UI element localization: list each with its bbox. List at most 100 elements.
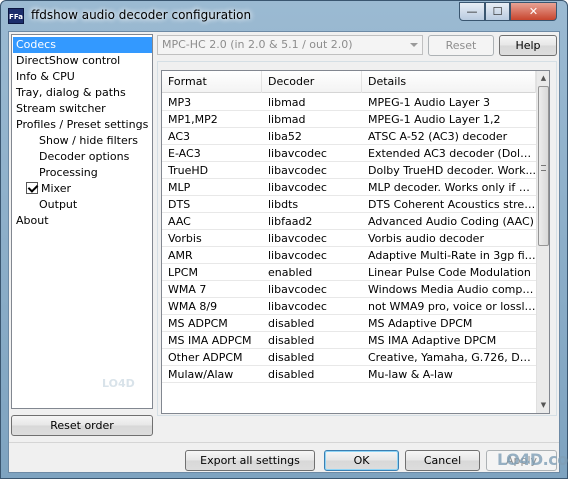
- settings-tree[interactable]: Codecs DirectShow control Info & CPU Tray, …: [11, 34, 153, 409]
- sidebar-item-output[interactable]: Output: [36, 197, 80, 213]
- ok-button[interactable]: OK: [324, 450, 399, 471]
- sidebar-item-tray-dialog-paths[interactable]: Tray, dialog & paths: [13, 85, 129, 101]
- decoder-cell[interactable]: libdts: [262, 196, 362, 213]
- table-row[interactable]: LPCM enabled Linear Pulse Code Modulation: [162, 264, 536, 281]
- column-header-decoder[interactable]: Decoder: [262, 71, 362, 93]
- format-cell: MS IMA ADPCM: [168, 334, 252, 347]
- format-cell: WMA 7: [168, 283, 207, 296]
- decoder-cell[interactable]: liba52: [262, 128, 362, 145]
- decoder-cell[interactable]: libavcodec: [262, 230, 362, 247]
- decoder-cell[interactable]: libavcodec: [262, 247, 362, 264]
- format-cell: Mulaw/Alaw: [168, 368, 234, 381]
- decoder-cell[interactable]: libavcodec: [262, 281, 362, 298]
- sidebar-item-profiles-preset-settings[interactable]: Profiles / Preset settings: [13, 117, 151, 133]
- sidebar-item-label: Decoder options: [39, 150, 130, 163]
- sidebar-item-about[interactable]: About: [13, 213, 52, 229]
- codecs-list[interactable]: Format Decoder Details MP3 libmad MPEG-1 A…: [161, 70, 550, 414]
- decoder-cell[interactable]: libavcodec: [262, 179, 362, 196]
- sidebar-item-show-hide-filters[interactable]: Show / hide filters: [36, 133, 141, 149]
- details-cell: Vorbis audio decoder: [368, 232, 484, 245]
- decoder-cell[interactable]: disabled: [262, 349, 362, 366]
- format-cell: AC3: [168, 130, 191, 143]
- table-row[interactable]: AAC libfaad2 Advanced Audio Coding (AAC): [162, 213, 536, 230]
- table-row[interactable]: MS IMA ADPCM disabled MS IMA Adaptive DPCM: [162, 332, 536, 349]
- format-cell: MS ADPCM: [168, 317, 228, 330]
- table-row[interactable]: AMR libavcodec Adaptive Multi-Rate in 3gp …: [162, 247, 536, 264]
- sidebar-item-stream-switcher[interactable]: Stream switcher: [13, 101, 109, 117]
- format-cell: WMA 8/9: [168, 300, 218, 313]
- table-row[interactable]: MP1,MP2 libmad MPEG-1 Audio Layer 1,2: [162, 111, 536, 128]
- format-cell: LPCM: [168, 266, 198, 279]
- maximize-button[interactable]: ☐: [485, 2, 510, 21]
- column-header-format[interactable]: Format: [162, 71, 262, 93]
- title-bar[interactable]: FFa ffdshow audio decoder configuration …: [1, 1, 567, 31]
- format-cell: MP1,MP2: [168, 113, 218, 126]
- ffdshow-app-icon: FFa: [8, 8, 24, 24]
- column-header-details[interactable]: Details: [362, 71, 536, 93]
- help-button[interactable]: Help: [499, 35, 557, 56]
- sidebar-item-label: Mixer: [41, 182, 72, 195]
- format-cell: AMR: [168, 249, 193, 262]
- minimize-button[interactable]: —: [459, 2, 485, 21]
- details-cell: not WMA9 pro, voice or lossless: [368, 300, 536, 313]
- table-row[interactable]: E-AC3 libavcodec Extended AC3 decoder (Dol…: [162, 145, 536, 162]
- table-row[interactable]: WMA 7 libavcodec Windows Media Audio compa…: [162, 281, 536, 298]
- table-row[interactable]: Mulaw/Alaw disabled Mu-law & A-law: [162, 366, 536, 383]
- grip-icon: [541, 165, 546, 171]
- decoder-cell[interactable]: libavcodec: [262, 298, 362, 315]
- table-row[interactable]: AC3 liba52 ATSC A-52 (AC3) decoder: [162, 128, 536, 145]
- sidebar-item-label: Info & CPU: [16, 70, 75, 83]
- sidebar-item-processing[interactable]: Processing: [36, 165, 101, 181]
- preset-dropdown: MPC-HC 2.0 (in 2.0 & 5.1 / out 2.0): [157, 35, 423, 55]
- reset-order-button[interactable]: Reset order: [11, 415, 153, 436]
- sidebar-item-label: Output: [39, 198, 78, 211]
- format-cell: E-AC3: [168, 147, 201, 160]
- format-cell: Other ADPCM: [168, 351, 243, 364]
- decoder-cell[interactable]: libavcodec: [262, 145, 362, 162]
- decoder-cell[interactable]: libfaad2: [262, 213, 362, 230]
- table-row[interactable]: Vorbis libavcodec Vorbis audio decoder: [162, 230, 536, 247]
- close-button[interactable]: ✕: [510, 2, 557, 21]
- cancel-button[interactable]: Cancel: [405, 450, 480, 471]
- details-cell: ATSC A-52 (AC3) decoder: [368, 130, 508, 143]
- background-watermark: LO4D: [102, 377, 135, 390]
- sidebar-item-decoder-options[interactable]: Decoder options: [36, 149, 132, 165]
- reset-preset-button: Reset: [428, 35, 494, 56]
- format-cell: AAC: [168, 215, 191, 228]
- preset-dropdown-value: MPC-HC 2.0 (in 2.0 & 5.1 / out 2.0): [162, 38, 353, 51]
- lo4d-watermark: LO4D.com: [497, 450, 568, 469]
- vertical-scrollbar[interactable]: ▲ ▼: [536, 71, 549, 413]
- decoder-cell[interactable]: enabled: [262, 264, 362, 281]
- details-cell: Extended AC3 decoder (Dolb...: [368, 147, 536, 160]
- scroll-up-arrow-icon[interactable]: ▲: [537, 72, 549, 85]
- sidebar-item-info-cpu[interactable]: Info & CPU: [13, 69, 78, 85]
- decoder-cell[interactable]: disabled: [262, 332, 362, 349]
- format-cell: Vorbis: [168, 232, 202, 245]
- codecs-panel: Format Decoder Details MP3 libmad MPEG-1 A…: [157, 61, 557, 416]
- table-row[interactable]: WMA 8/9 libavcodec not WMA9 pro, voice or …: [162, 298, 536, 315]
- table-row[interactable]: TrueHD libavcodec Dolby TrueHD decoder. Wo…: [162, 162, 536, 179]
- table-row[interactable]: Other ADPCM disabled Creative, Yamaha, G.7…: [162, 349, 536, 366]
- sidebar-item-mixer[interactable]: Mixer: [23, 181, 74, 197]
- export-all-settings-button[interactable]: Export all settings: [185, 450, 315, 471]
- decoder-cell[interactable]: libmad: [262, 94, 362, 111]
- sidebar-item-label: Profiles / Preset settings: [16, 118, 149, 131]
- scroll-down-arrow-icon[interactable]: ▼: [537, 399, 549, 412]
- decoder-cell[interactable]: libavcodec: [262, 162, 362, 179]
- table-row[interactable]: MS ADPCM disabled MS Adaptive DPCM: [162, 315, 536, 332]
- mixer-checkbox[interactable]: [26, 182, 38, 194]
- decoder-cell[interactable]: disabled: [262, 315, 362, 332]
- details-cell: MLP decoder. Works only if A...: [368, 181, 536, 194]
- table-row[interactable]: DTS libdts DTS Coherent Acoustics strea...: [162, 196, 536, 213]
- decoder-cell[interactable]: disabled: [262, 366, 362, 383]
- sidebar-item-label: Processing: [39, 166, 98, 179]
- sidebar-item-codecs[interactable]: Codecs: [13, 37, 152, 53]
- decoder-cell[interactable]: libmad: [262, 111, 362, 128]
- scrollbar-thumb[interactable]: [538, 86, 549, 246]
- table-row[interactable]: MP3 libmad MPEG-1 Audio Layer 3: [162, 94, 536, 111]
- sidebar-item-directshow-control[interactable]: DirectShow control: [13, 53, 123, 69]
- format-cell: DTS: [168, 198, 191, 211]
- details-cell: Dolby TrueHD decoder. Work...: [368, 164, 536, 177]
- table-row[interactable]: MLP libavcodec MLP decoder. Works only if …: [162, 179, 536, 196]
- footer-divider: [9, 442, 559, 443]
